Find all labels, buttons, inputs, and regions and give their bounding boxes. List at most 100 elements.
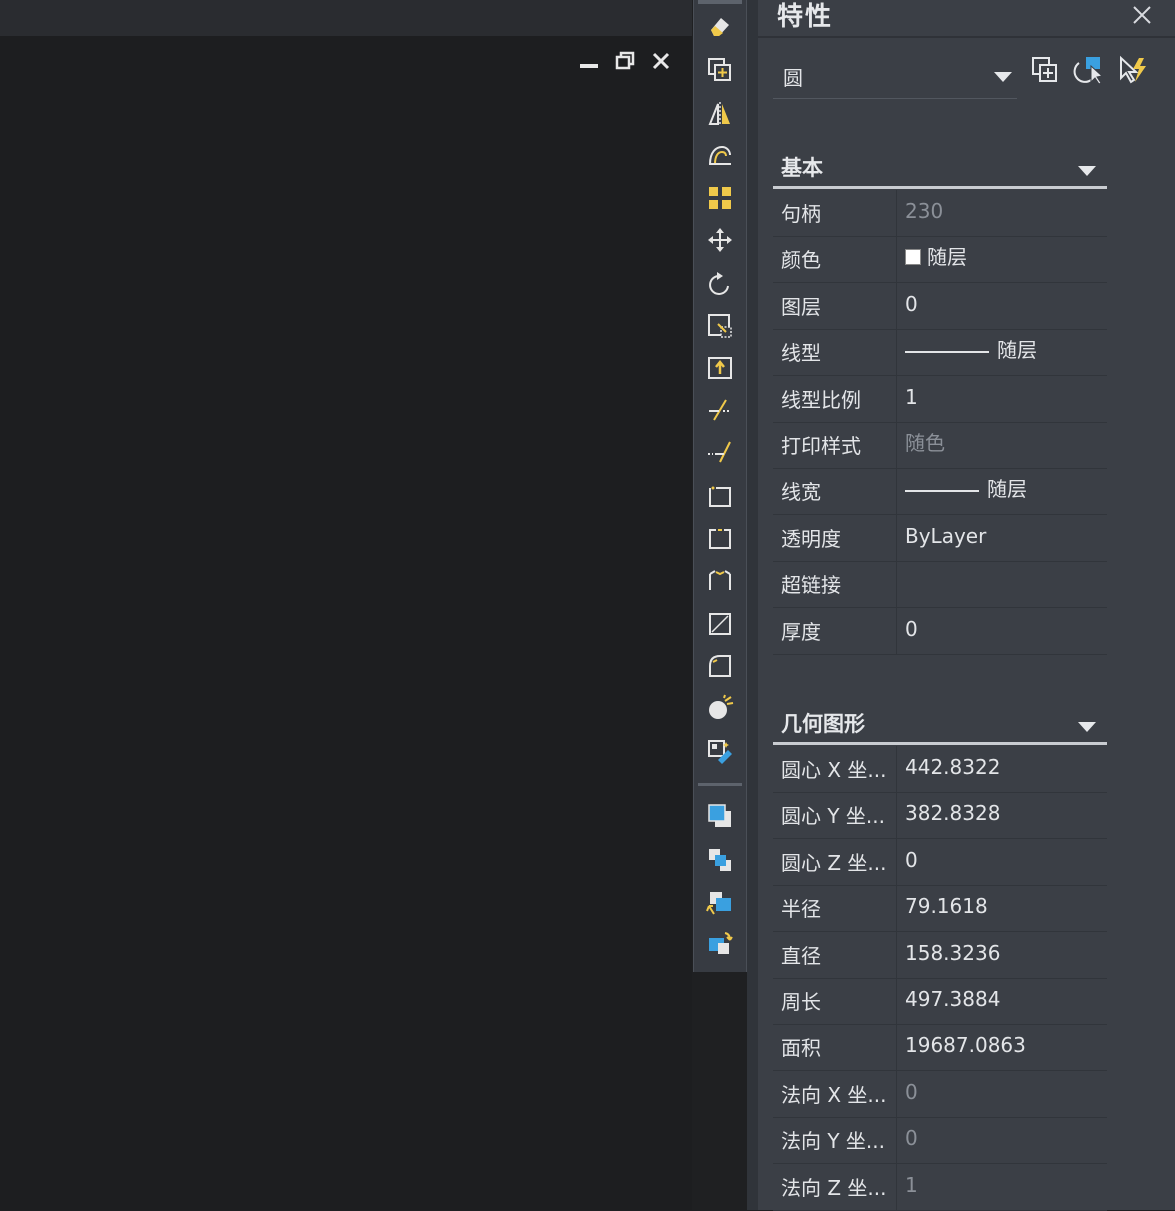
property-value[interactable]: 230 (905, 190, 1105, 236)
property-row[interactable]: 线宽 随层 (773, 468, 1107, 516)
property-value[interactable]: 79.1618 (905, 885, 1105, 931)
erase-icon[interactable] (702, 8, 738, 44)
send-to-back-icon[interactable] (702, 842, 738, 878)
property-value[interactable]: 0 (905, 1071, 1105, 1117)
property-value-text: 0 (905, 847, 918, 872)
property-row[interactable]: 直径 158.3236 (773, 931, 1107, 979)
properties-panel: 特性 圆 基本 句柄 230 颜色 随层 图层 0 线型 随层 线型比例 1 打印样式 随色 线宽 随层透… (747, 0, 1175, 1211)
toolbar-separator (698, 783, 742, 786)
property-row[interactable]: 法向 X 坐... 0 (773, 1070, 1107, 1118)
array-icon[interactable] (702, 180, 738, 216)
property-name: 线宽 (773, 468, 897, 515)
property-row[interactable]: 颜色 随层 (773, 236, 1107, 284)
join-icon[interactable] (702, 562, 738, 598)
property-value[interactable]: 0 (905, 608, 1105, 654)
copy-icon[interactable] (702, 52, 738, 88)
property-name: 圆心 X 坐... (773, 746, 897, 792)
property-value[interactable]: 0 (905, 1117, 1105, 1163)
property-value-text: 随层 (997, 338, 1037, 363)
property-name: 圆心 Y 坐... (773, 792, 897, 839)
property-value[interactable]: 158.3236 (905, 932, 1105, 978)
close-icon[interactable] (1127, 0, 1157, 30)
property-value-text: 497.3884 (905, 987, 1001, 1011)
extend-icon[interactable] (702, 434, 738, 470)
property-name: 透明度 (773, 514, 897, 561)
property-value[interactable]: 0 (905, 283, 1105, 329)
minimize-icon[interactable] (576, 46, 602, 76)
property-value-text: 0 (905, 291, 918, 316)
scale-icon[interactable] (702, 308, 738, 344)
property-row[interactable]: 厚度 0 (773, 607, 1107, 655)
toolbar-grip (698, 0, 742, 4)
chevron-down-icon (1077, 718, 1097, 737)
select-objects-icon[interactable] (1069, 50, 1109, 90)
property-name: 句柄 (773, 190, 897, 236)
bring-above-icon[interactable] (702, 884, 738, 920)
property-row[interactable]: 圆心 Y 坐... 382.8328 (773, 792, 1107, 840)
property-row[interactable]: 面积 19687.0863 (773, 1024, 1107, 1072)
bring-to-front-icon[interactable] (702, 798, 738, 834)
property-value-text: 230 (905, 199, 944, 223)
property-name: 周长 (773, 978, 897, 1024)
quick-select-icon[interactable] (1113, 50, 1153, 90)
property-name: 图层 (773, 282, 897, 329)
break-icon[interactable] (702, 520, 738, 556)
property-name: 法向 X 坐... (773, 1070, 897, 1117)
property-value-text: 随层 (987, 477, 1027, 502)
property-name: 法向 Y 坐... (773, 1117, 897, 1164)
section-header-basic[interactable]: 基本 (773, 150, 1107, 189)
toggle-pickadd-icon[interactable] (1025, 50, 1065, 90)
section-header-geometry[interactable]: 几何图形 (773, 706, 1107, 745)
property-row[interactable]: 圆心 Z 坐... 0 (773, 838, 1107, 886)
stretch-icon[interactable] (702, 350, 738, 386)
property-value[interactable]: 19687.0863 (905, 1024, 1105, 1070)
break-at-point-icon[interactable] (702, 478, 738, 514)
property-row[interactable]: 句柄 230 (773, 190, 1107, 237)
property-row[interactable]: 线型 随层 (773, 329, 1107, 377)
property-value[interactable]: 497.3884 (905, 978, 1105, 1024)
restore-icon[interactable] (612, 46, 638, 76)
property-row[interactable]: 圆心 X 坐... 442.8322 (773, 746, 1107, 793)
property-row[interactable]: 法向 Z 坐... 1 (773, 1163, 1107, 1211)
divider (758, 36, 1175, 38)
panel-title: 特性 (777, 2, 834, 32)
move-icon[interactable] (702, 222, 738, 258)
property-row[interactable]: 周长 497.3884 (773, 978, 1107, 1025)
property-value[interactable]: 随层 (905, 468, 1105, 514)
offset-icon[interactable] (702, 138, 738, 174)
property-value-text: 79.1618 (905, 894, 988, 919)
close-icon[interactable] (648, 46, 674, 76)
property-value[interactable]: ByLayer (905, 515, 1105, 561)
property-value[interactable]: 382.8328 (905, 792, 1105, 838)
object-type-select[interactable]: 圆 (773, 50, 1017, 99)
property-value[interactable]: 442.8322 (905, 746, 1105, 792)
property-value[interactable]: 0 (905, 839, 1105, 885)
property-value[interactable]: 随层 (905, 329, 1105, 375)
property-value[interactable]: 1 (905, 1164, 1105, 1210)
chamfer-icon[interactable] (702, 606, 738, 642)
property-value[interactable] (905, 561, 1105, 607)
property-row[interactable]: 线型比例 1 (773, 375, 1107, 423)
property-value[interactable]: 1 (905, 376, 1105, 422)
chevron-down-icon (1077, 162, 1097, 181)
property-row[interactable]: 图层 0 (773, 282, 1107, 330)
explode-icon[interactable] (702, 690, 738, 726)
rotate-icon[interactable] (702, 266, 738, 302)
panel-side-strip[interactable] (747, 0, 758, 1210)
mirror-icon[interactable] (702, 96, 738, 132)
drawing-canvas[interactable] (0, 0, 692, 1210)
property-value[interactable]: 随层 (905, 236, 1105, 282)
property-name: 法向 Z 坐... (773, 1163, 897, 1210)
property-value[interactable]: 随色 (905, 422, 1105, 468)
property-value-text: 0 (905, 1126, 918, 1151)
send-under-icon[interactable] (702, 926, 738, 962)
property-row[interactable]: 透明度 ByLayer (773, 514, 1107, 562)
property-row[interactable]: 打印样式 随色 (773, 422, 1107, 469)
fillet-icon[interactable] (702, 648, 738, 684)
property-row[interactable]: 半径 79.1618 (773, 885, 1107, 933)
property-name: 超链接 (773, 561, 897, 608)
trim-icon[interactable] (702, 392, 738, 428)
property-row[interactable]: 超链接 (773, 561, 1107, 609)
edit-properties-icon[interactable] (702, 734, 738, 770)
property-row[interactable]: 法向 Y 坐... 0 (773, 1117, 1107, 1165)
